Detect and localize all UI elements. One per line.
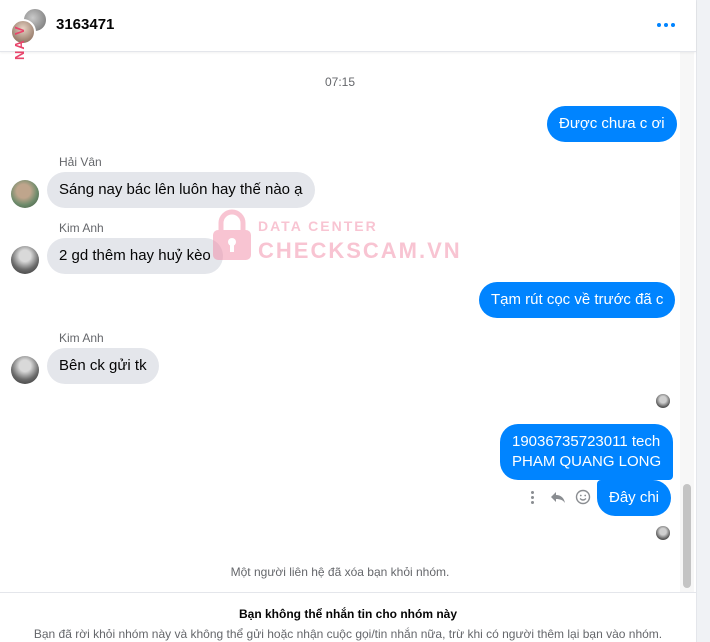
message-line: PHAM QUANG LONG <box>512 453 662 470</box>
more-vertical-icon[interactable] <box>524 488 541 506</box>
scrollbar-thumb[interactable] <box>683 484 691 588</box>
outgoing-message[interactable]: Được chưa c ơi <box>547 106 677 142</box>
incoming-message[interactable]: Bên ck gửi tk <box>47 348 159 384</box>
window-edge <box>696 0 710 642</box>
message-timestamp: 07:15 <box>324 75 356 89</box>
avatar[interactable] <box>11 356 39 384</box>
system-notice: Một người liên hệ đã xóa bạn khỏi nhóm. <box>230 565 450 579</box>
scrollbar[interactable] <box>680 52 694 592</box>
watermark-title: CHECKSCAM.VN <box>258 238 462 263</box>
incoming-message[interactable]: Sáng nay bác lên luôn hay thế nào ạ <box>47 172 315 208</box>
incoming-message[interactable]: 2 gd thêm hay huỷ kèo <box>47 238 223 274</box>
notice-description: Bạn đã rời khỏi nhóm này và không thể gử… <box>33 627 663 641</box>
composer-disabled-notice: Bạn không thể nhắn tin cho nhóm này Bạn … <box>0 592 710 642</box>
reply-icon[interactable] <box>549 488 566 506</box>
sender-name: Hải Vân <box>59 155 102 169</box>
avatar[interactable] <box>11 246 39 274</box>
messenger-chat-window: NA V 3163471 07:15 Được chưa c ơi Hải Vâ… <box>0 0 710 642</box>
outgoing-message[interactable]: Đây chi <box>597 480 672 516</box>
read-receipt-avatar <box>656 394 670 408</box>
sender-name: Kim Anh <box>59 221 104 235</box>
emoji-react-icon[interactable] <box>575 488 592 506</box>
message-line: 19036735723011 tech <box>512 433 661 450</box>
outgoing-message[interactable]: 19036735723011 tech PHAM QUANG LONG <box>500 424 674 480</box>
watermark-subtitle: DATA CENTER <box>258 218 378 234</box>
chat-header: NA V 3163471 <box>0 0 696 60</box>
message-actions <box>524 487 592 507</box>
notice-title: Bạn không thể nhắn tin cho nhóm này <box>239 607 457 621</box>
more-options-icon[interactable] <box>654 16 678 34</box>
conversation-title[interactable]: 3163471 <box>56 16 114 33</box>
sender-name: Kim Anh <box>59 331 104 345</box>
outgoing-message[interactable]: Tạm rút cọc về trước đã c <box>479 282 676 318</box>
avatar[interactable] <box>11 180 39 208</box>
watermark: DATA CENTER CHECKSCAM.VN <box>210 208 460 264</box>
side-overlay-label: NA V <box>12 25 27 60</box>
read-receipt-avatar <box>656 526 670 540</box>
